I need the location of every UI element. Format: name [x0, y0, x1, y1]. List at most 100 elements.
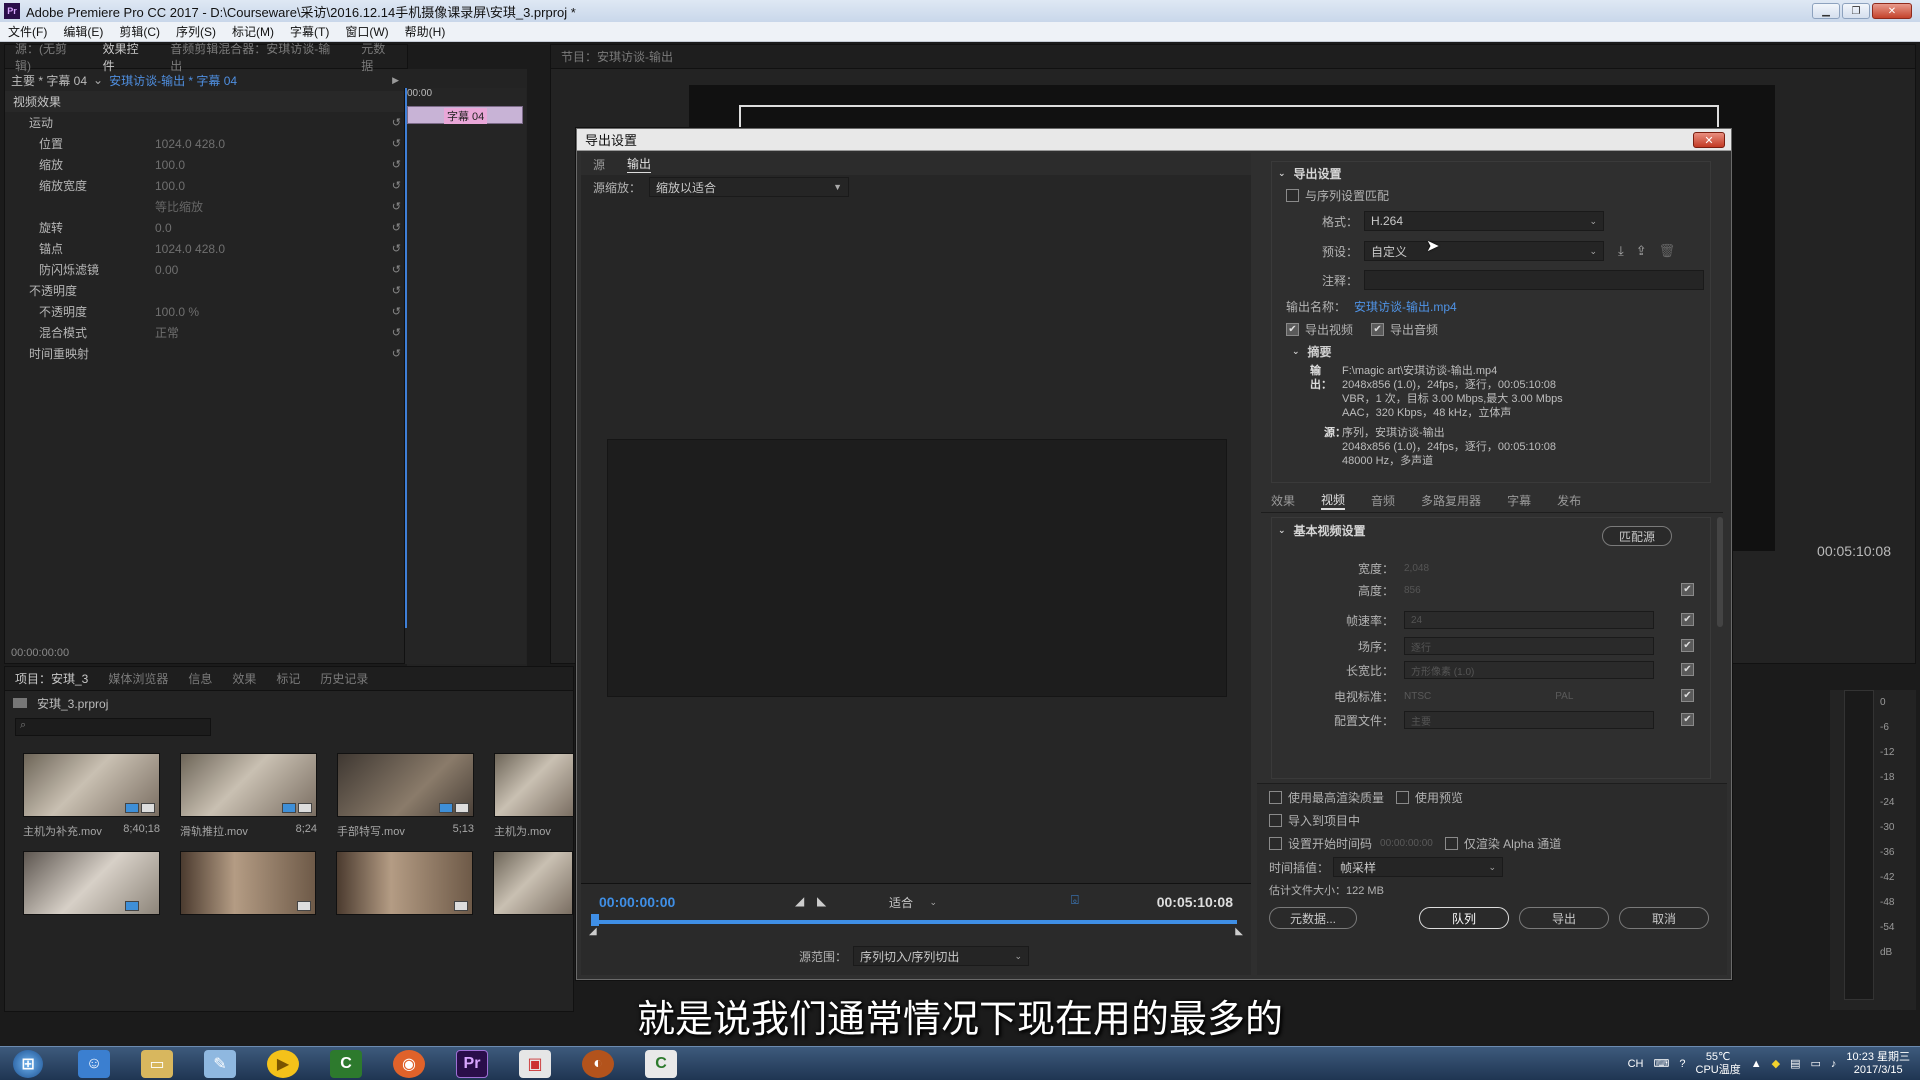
effect-timeline-area[interactable]: 00:00 字幕 04 [404, 88, 526, 664]
effect-property-row[interactable]: 混合模式 正常 ↺ [5, 322, 407, 343]
taskbar-clock[interactable]: 10:23 星期三 2017/3/15 [1846, 1051, 1910, 1077]
clip-thumbnail[interactable] [337, 753, 474, 817]
tray-app-icon[interactable]: ◆ [1772, 1057, 1780, 1070]
reset-icon[interactable]: ↺ [392, 179, 401, 192]
effect-property-row[interactable]: 不透明度 100.0 % ↺ [5, 301, 407, 322]
override-checkbox[interactable]: ✔ [1681, 639, 1694, 652]
tab-source[interactable]: 源：(无剪辑) [15, 40, 83, 74]
window-close-button[interactable]: ✕ [1872, 3, 1912, 19]
reset-icon[interactable]: ↺ [392, 347, 401, 360]
crop-icon[interactable]: ⌻ [1071, 892, 1079, 908]
video-setting-value[interactable]: 856 [1404, 585, 1484, 596]
import-preset-icon[interactable]: ⇪ [1636, 243, 1647, 259]
display-icon[interactable]: ▭ [1811, 1057, 1821, 1070]
maximize-button[interactable]: ❐ [1842, 3, 1870, 19]
effect-property-value[interactable]: 100.0 [155, 158, 185, 172]
export-video-checkbox[interactable]: ✔ [1286, 322, 1299, 336]
settings-scrollbar[interactable] [1717, 517, 1723, 627]
reset-icon[interactable]: ↺ [392, 137, 401, 150]
help-icon[interactable]: ? [1679, 1058, 1685, 1070]
set-start-timecode-checkbox[interactable] [1269, 837, 1282, 850]
taskbar-app[interactable]: ▭ [132, 1047, 182, 1080]
video-setting-value[interactable]: 24 [1404, 611, 1654, 629]
tab-markers[interactable]: 标记 [276, 670, 300, 687]
in-timecode[interactable]: 00:00:00:00 [599, 894, 675, 910]
summary-chevron-icon[interactable]: ⌄ [1292, 346, 1300, 357]
reset-icon[interactable]: ↺ [392, 305, 401, 318]
reset-icon[interactable]: ↺ [392, 158, 401, 171]
source-range-select[interactable]: 序列切入/序列切出 ⌄ [853, 946, 1029, 966]
menu-help[interactable]: 帮助(H) [405, 23, 446, 40]
menu-title[interactable]: 字幕(T) [290, 23, 329, 40]
time-interpolation-select[interactable]: 帧采样 ⌄ [1333, 857, 1504, 877]
max-render-quality-checkbox[interactable] [1269, 791, 1282, 804]
tab-audio-clip-mixer[interactable]: 音频剪辑混合器：安琪访谈-输出 [170, 40, 341, 74]
source-scaling-select[interactable]: 缩放以适合 ▼ [649, 177, 850, 197]
video-setting-value[interactable]: 方形像素 (1.0) [1404, 661, 1654, 679]
override-checkbox[interactable]: ✔ [1681, 689, 1694, 702]
effect-property-row[interactable]: 时间重映射 ↺ [5, 343, 407, 364]
tab-program[interactable]: 节目：安琪访谈-输出 [561, 48, 673, 65]
effect-property-row[interactable]: 锚点 1024.0 428.0 ↺ [5, 238, 407, 259]
reset-icon[interactable]: ↺ [392, 221, 401, 234]
effect-property-value[interactable]: 正常 [155, 324, 179, 341]
set-out-point-icon[interactable]: ◣ [817, 894, 826, 908]
tab-info[interactable]: 信息 [188, 670, 212, 687]
effect-property-row[interactable]: 等比缩放 ↺ [5, 196, 407, 217]
pal-radio[interactable]: PAL [1555, 691, 1573, 702]
format-select[interactable]: H.264 ⌄ [1364, 211, 1604, 231]
delete-preset-icon[interactable]: 🗑 [1659, 243, 1676, 259]
tab-audio-settings[interactable]: 音频 [1371, 492, 1395, 509]
range-end-handle[interactable]: ◣ [1235, 926, 1243, 937]
clip-item[interactable]: 手部特写.mov 5;13 [337, 753, 474, 839]
effect-property-value[interactable]: 0.00 [155, 263, 178, 277]
use-previews-checkbox[interactable] [1396, 791, 1410, 804]
clip-thumbnail[interactable] [494, 753, 574, 817]
effect-property-row[interactable]: 缩放宽度 100.0 ↺ [5, 175, 407, 196]
taskbar-app[interactable]: ☺ [69, 1047, 119, 1080]
project-search-input[interactable]: ⌕ [15, 718, 211, 736]
video-setting-value[interactable]: 2,048 [1404, 563, 1484, 574]
clip-thumbnail[interactable] [23, 753, 160, 817]
title-clip-bar[interactable]: 字幕 04 [407, 106, 523, 124]
source-range-bar[interactable] [595, 920, 1237, 924]
override-checkbox[interactable]: ✔ [1681, 583, 1694, 596]
video-setting-value[interactable]: 主要 [1404, 711, 1654, 729]
tab-project[interactable]: 项目：安琪_3 [15, 670, 88, 687]
clip-thumbnail[interactable] [493, 851, 573, 915]
taskbar-app[interactable]: C [321, 1047, 371, 1080]
taskbar-app[interactable]: ▣ [510, 1047, 560, 1080]
tab-video-settings[interactable]: 视频 [1321, 491, 1346, 510]
effect-property-row[interactable]: 防闪烁滤镜 0.00 ↺ [5, 259, 407, 280]
tab-effect-controls[interactable]: 效果控件 [103, 40, 151, 74]
output-name-link[interactable]: 安琪访谈-输出.mp4 [1354, 298, 1457, 315]
tab-effects[interactable]: 效果 [232, 670, 256, 687]
override-checkbox[interactable]: ✔ [1681, 713, 1694, 726]
breadcrumb-clip[interactable]: 安琪访谈-输出 * 字幕 04 [109, 72, 237, 89]
tab-output-preview[interactable]: 输出 [627, 155, 652, 173]
ntsc-radio[interactable]: NTSC [1404, 691, 1431, 702]
override-checkbox[interactable]: ✔ [1681, 663, 1694, 676]
set-in-point-icon[interactable]: ◢ [795, 894, 804, 908]
tab-multiplexer-settings[interactable]: 多路复用器 [1421, 492, 1481, 509]
effect-property-value[interactable]: 1024.0 428.0 [155, 242, 225, 256]
range-start-handle[interactable]: ◢ [589, 926, 597, 937]
start-button[interactable]: ⊞ [0, 1047, 56, 1080]
tab-captions-settings[interactable]: 字幕 [1507, 492, 1531, 509]
menu-file[interactable]: 文件(F) [8, 23, 47, 40]
effect-property-value[interactable]: 100.0 % [155, 305, 199, 319]
collapse-chevron-icon[interactable]: ⌄ [1278, 525, 1286, 536]
queue-button[interactable]: 队列 [1419, 907, 1509, 929]
comments-input[interactable] [1364, 270, 1704, 290]
playhead-line[interactable] [405, 88, 407, 628]
menu-clip[interactable]: 剪辑(C) [119, 23, 160, 40]
clip-thumbnail[interactable] [179, 851, 317, 915]
render-alpha-only-checkbox[interactable] [1444, 837, 1458, 850]
export-audio-checkbox[interactable]: ✔ [1371, 322, 1385, 336]
tab-effects-settings[interactable]: 效果 [1271, 492, 1295, 509]
breadcrumb-master[interactable]: 主要 * 字幕 04 [11, 72, 87, 89]
cancel-button[interactable]: 取消 [1619, 907, 1709, 929]
input-method-indicator[interactable]: CH [1628, 1058, 1644, 1070]
video-setting-value[interactable]: 逐行 [1404, 637, 1654, 655]
effect-property-row[interactable]: 缩放 100.0 ↺ [5, 154, 407, 175]
